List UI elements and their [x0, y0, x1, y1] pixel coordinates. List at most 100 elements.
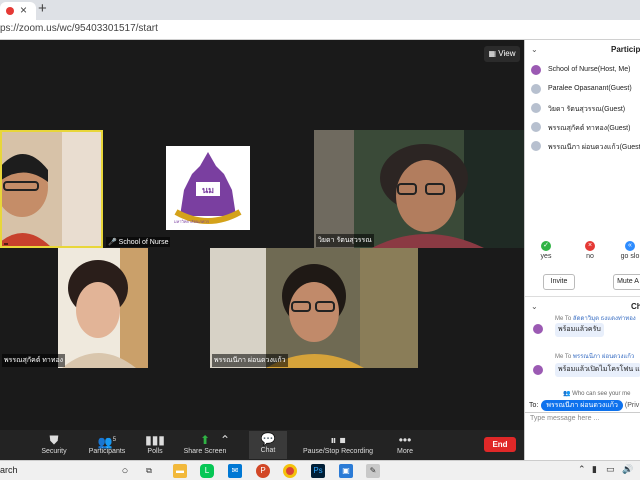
polls-icon: ▮▮▮: [145, 433, 165, 447]
participant-name: School of Nurse(Host, Me): [548, 66, 631, 73]
reaction-label: yes: [540, 253, 552, 260]
security-button[interactable]: ⛊ Security: [29, 432, 79, 455]
tile-label: พรรณสุกัคต์ ทาทอง: [2, 354, 66, 367]
caret-up-icon: ⌃: [219, 433, 231, 447]
tile-label-text: School of Nurse: [118, 239, 169, 246]
cortana-icon[interactable]: ○: [118, 464, 132, 478]
chrome-icon[interactable]: [283, 464, 297, 478]
participant-video-icon: [58, 248, 148, 368]
side-panel: ⌄ Particip School of Nurse(Host, Me) Par…: [524, 40, 640, 460]
more-icon: •••: [398, 433, 412, 447]
recording-button[interactable]: ⏸ ⏹ Pause/Stop Recording: [298, 432, 378, 455]
image-viewer-icon[interactable]: ▣: [339, 464, 353, 478]
participants-title: Particip: [611, 45, 640, 54]
end-meeting-button[interactable]: End: [484, 437, 516, 452]
video-gallery: นม มหาวิทยาลัยนเรศวร 🎤 School of Nurse ว…: [0, 40, 524, 430]
mute-all-button[interactable]: Mute A: [613, 274, 640, 290]
speaker-video-icon: [2, 132, 101, 246]
video-tile-pannipa[interactable]: พรรณนีภา ผ่อนดวงแก้ว: [210, 248, 418, 368]
more-label: More: [397, 448, 413, 455]
message-to-prefix: Me To: [555, 316, 572, 322]
participant-row[interactable]: Paralee Opasanant(Guest): [531, 81, 640, 99]
participant-row[interactable]: School of Nurse(Host, Me): [531, 62, 640, 80]
more-button[interactable]: ••• More: [380, 432, 430, 455]
tray-chevron-icon[interactable]: ⌃: [578, 464, 586, 475]
polls-label: Polls: [147, 448, 163, 455]
share-options-caret[interactable]: ⌃: [218, 432, 232, 448]
video-tile-school-of-nurse[interactable]: นม มหาวิทยาลัยนเรศวร 🎤 School of Nurse: [104, 130, 312, 248]
mail-icon[interactable]: ✉: [228, 464, 242, 478]
reaction-yes[interactable]: ✓ yes: [533, 241, 559, 260]
avatar: [531, 141, 541, 151]
message-recipient: Me To พรรณนีภา ผ่อนดวงแก้ว: [555, 351, 634, 361]
reaction-label: go slo: [620, 253, 640, 260]
tile-label: 🎤 School of Nurse: [106, 237, 171, 247]
file-explorer-icon[interactable]: ▬: [173, 464, 187, 478]
browser-tab[interactable]: ×: [0, 2, 36, 20]
view-label: View: [498, 49, 516, 58]
privacy-label: (Priv: [624, 402, 640, 409]
message-to-name: ลัดดาวิมุต ธงแดงท่าทอง: [572, 316, 636, 322]
volume-icon[interactable]: 🔊: [622, 464, 633, 475]
view-button[interactable]: ▦ View: [484, 46, 520, 62]
video-tile-wiyada[interactable]: วิยดา รัตนสุวรรณ: [314, 130, 524, 248]
participant-row[interactable]: พรรณสุกัคต์ ทาทอง(Guest): [531, 119, 640, 137]
line-icon[interactable]: L: [200, 464, 214, 478]
ime-icon[interactable]: ▭: [606, 464, 615, 475]
participants-label: Participants: [88, 448, 126, 455]
message-to-name: พรรณนีภา ผ่อนดวงแก้ว: [572, 354, 635, 360]
url-text[interactable]: ps://zoom.us/wc/95403301517/start: [0, 23, 158, 34]
participant-video-icon: [210, 248, 418, 368]
reaction-label: no: [586, 253, 594, 260]
logo-caption: มหาวิทยาลัยนเรศวร: [174, 219, 209, 224]
windows-taskbar: arch ○ ⧉ ▬ L ✉ P Ps ▣ ✎ ⌃ ▮ ▭ 🔊: [0, 460, 640, 480]
participant-name: พรรณสุกัคต์ ทาทอง(Guest): [548, 125, 631, 132]
participants-count: 5: [112, 437, 117, 443]
network-icon[interactable]: ▮: [592, 464, 597, 475]
tile-label: [4, 243, 8, 245]
invite-button[interactable]: Invite: [543, 274, 575, 290]
message-recipient: Me To ลัดดาวิมุต ธงแดงท่าทอง: [555, 313, 636, 323]
cross-icon: ×: [585, 241, 595, 251]
reaction-no[interactable]: × no: [577, 241, 603, 260]
browser-tab-bar: × +: [0, 0, 640, 20]
university-logo-icon: นม มหาวิทยาลัยนเรศวร: [166, 146, 250, 230]
video-tile-pansukak[interactable]: พรรณสุกัคต์ ทาทอง: [0, 248, 148, 368]
chat-input[interactable]: Type message here ...: [525, 412, 640, 460]
security-label: Security: [41, 448, 67, 455]
collapse-participants-icon[interactable]: ⌄: [531, 45, 538, 54]
share-screen-label: Share Screen: [183, 448, 227, 455]
address-bar[interactable]: ps://zoom.us/wc/95403301517/start: [0, 20, 640, 40]
meeting-toolbar: ⛊ Security 👥5 Participants ▮▮▮ Polls ⬆ S…: [0, 430, 524, 460]
avatar: [533, 365, 543, 375]
chat-message: พร้อมแล้วครับ: [555, 323, 604, 337]
pause-stop-icon: ⏸ ⏹: [330, 433, 346, 447]
powerpoint-icon[interactable]: P: [256, 464, 270, 478]
polls-button[interactable]: ▮▮▮ Polls: [130, 432, 180, 455]
grid-view-icon: ▦: [488, 49, 497, 58]
muted-mic-icon: 🎤: [108, 239, 117, 246]
recipient-dropdown[interactable]: พรรณนีภา ผ่อนดวงแก้ว: [541, 400, 623, 411]
reaction-go-slower[interactable]: « go slo: [617, 241, 640, 260]
chat-button[interactable]: 💬 Chat: [249, 431, 287, 459]
avatar: [531, 65, 541, 75]
participants-button[interactable]: 👥5 Participants: [82, 432, 132, 455]
participant-name: วิยดา รัตนสุวรรณ(Guest): [548, 106, 626, 113]
new-tab-icon[interactable]: +: [38, 0, 47, 17]
shield-icon: ⛊: [49, 433, 59, 447]
photoshop-icon[interactable]: Ps: [311, 464, 325, 478]
check-icon: ✓: [541, 241, 551, 251]
collapse-chat-icon[interactable]: ⌄: [531, 302, 538, 311]
tab-close-icon[interactable]: ×: [20, 3, 27, 17]
video-tile-speaker[interactable]: [0, 130, 103, 248]
taskview-icon[interactable]: ⧉: [142, 464, 156, 478]
participant-row[interactable]: วิยดา รัตนสุวรรณ(Guest): [531, 100, 640, 118]
people-icon: 👥: [563, 391, 571, 397]
taskbar-search[interactable]: arch: [0, 465, 18, 475]
participant-video-icon: [314, 130, 524, 248]
tile-label: วิยดา รัตนสุวรรณ: [316, 234, 374, 247]
paint-icon[interactable]: ✎: [366, 464, 380, 478]
chat-label: Chat: [260, 447, 276, 454]
chat-visibility-note: 👥 Who can see your me: [563, 390, 631, 397]
participant-row[interactable]: พรรณนีภา ผ่อนดวงแก้ว(Guest): [531, 138, 640, 156]
